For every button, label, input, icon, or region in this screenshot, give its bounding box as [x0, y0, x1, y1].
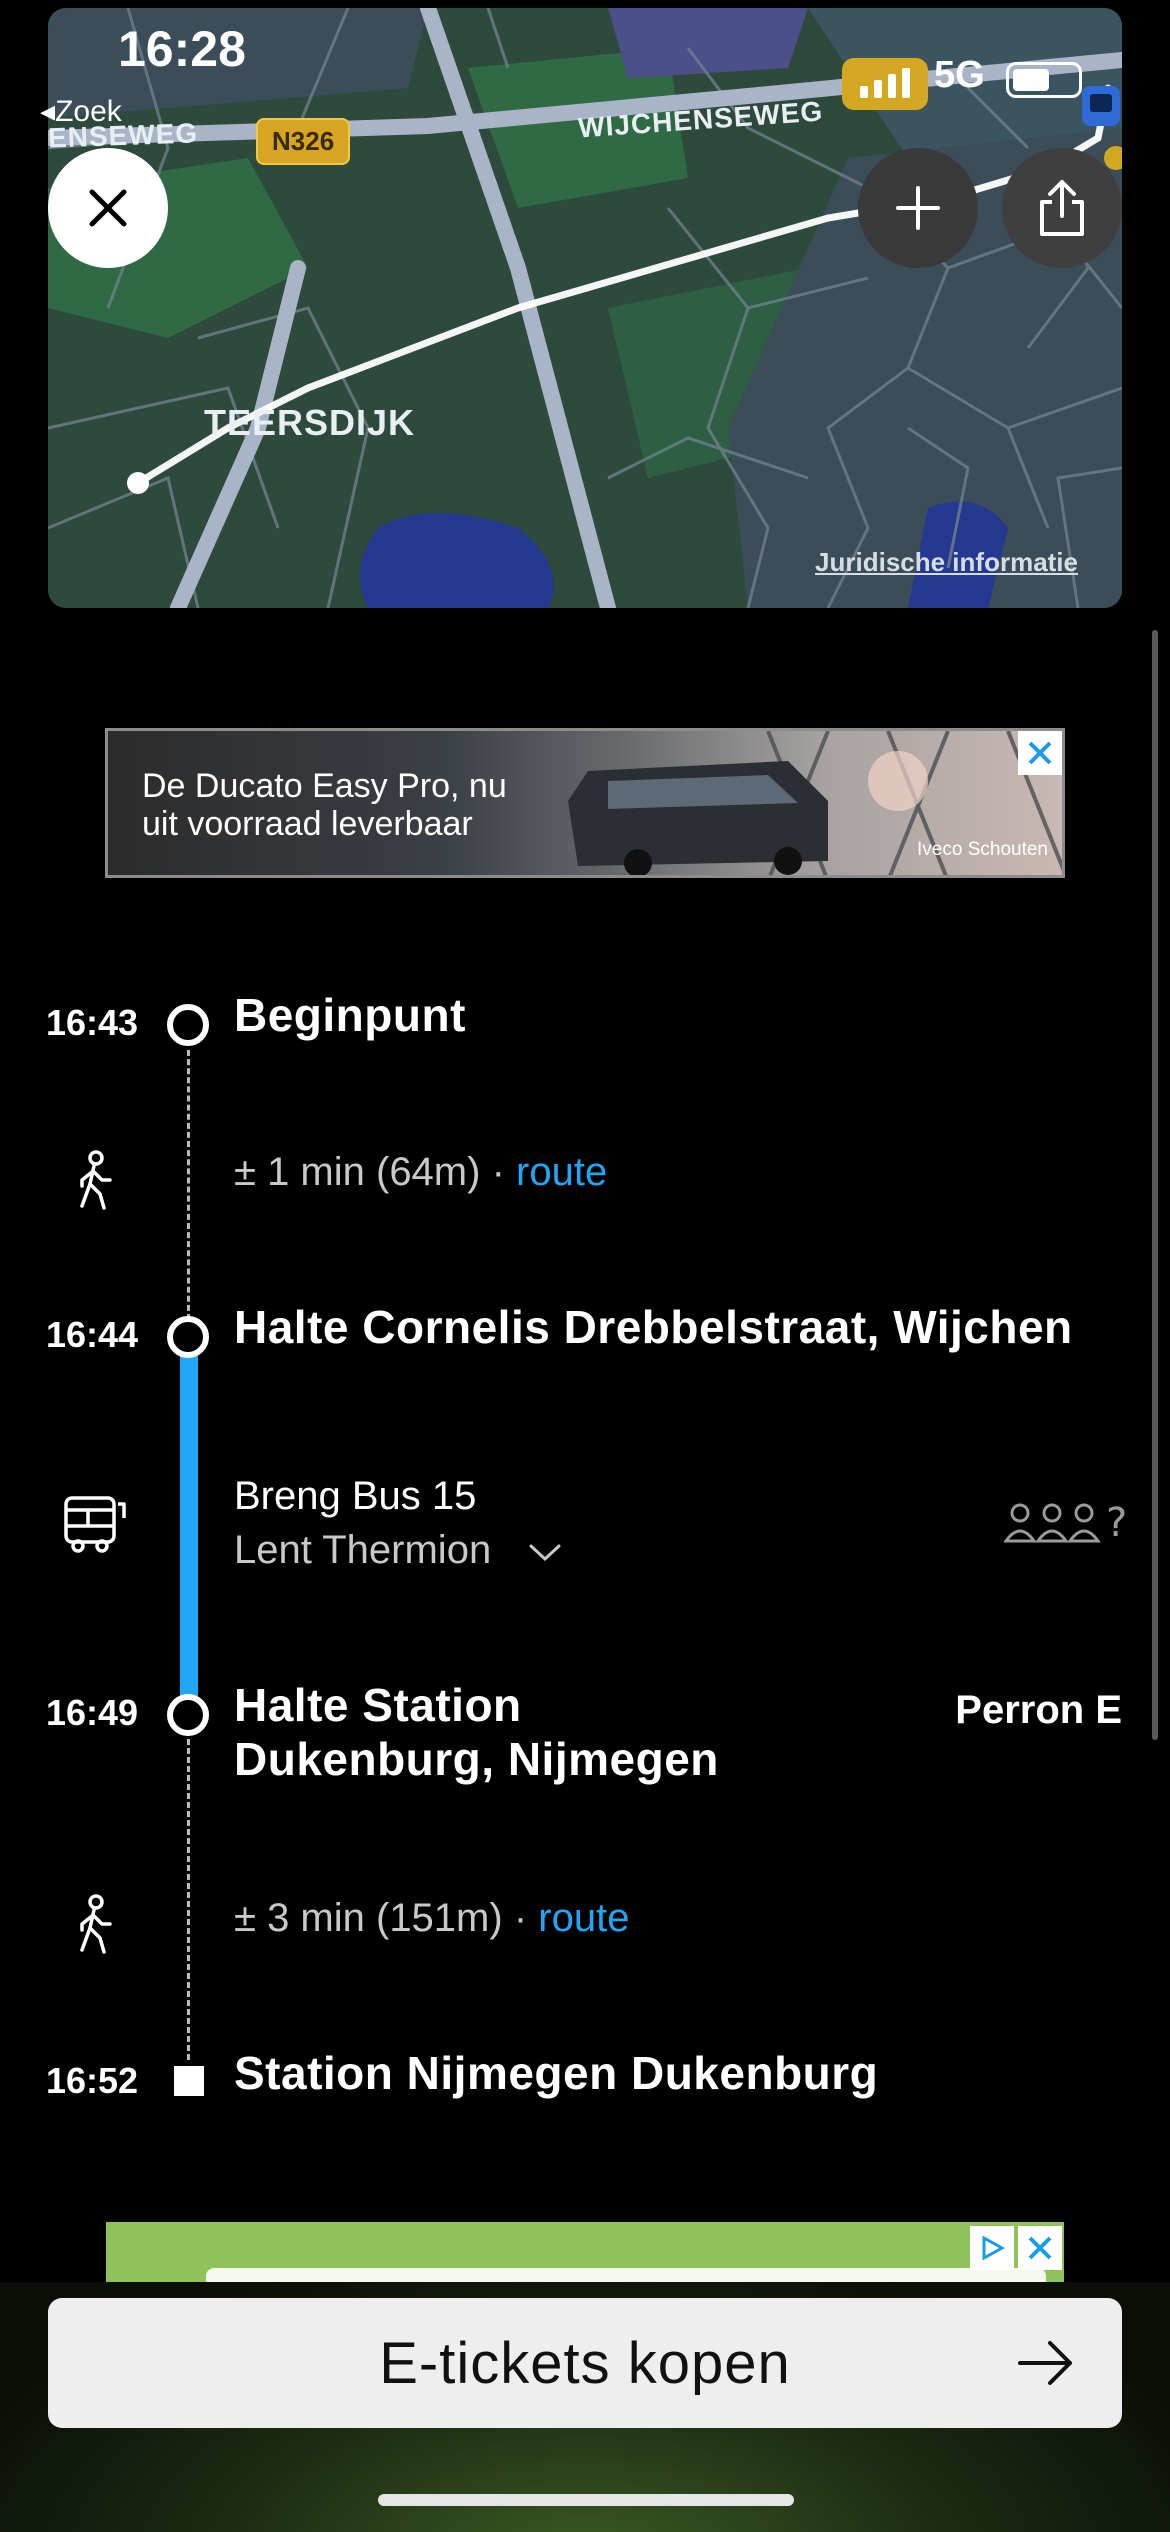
back-arrow-icon: ◂: [40, 95, 56, 128]
back-to-app[interactable]: ◂Zoek: [40, 94, 122, 129]
road-shield: N326: [256, 118, 351, 165]
ad-close-button[interactable]: [1018, 2226, 1062, 2270]
crowd-indicator[interactable]: ?: [1004, 1500, 1127, 1546]
ad-info-icon: [982, 2235, 1006, 2261]
close-icon: [1028, 741, 1052, 765]
home-indicator[interactable]: [378, 2494, 794, 2506]
map-area-label: TEERSDIJK: [204, 402, 416, 443]
platform-label: Perron E: [955, 1688, 1122, 1732]
share-button[interactable]: [1002, 148, 1122, 268]
back-label: Zoek: [55, 95, 122, 128]
plus-icon: [896, 186, 940, 230]
stop-node: [167, 1694, 209, 1736]
ad-headline: De Ducato Easy Pro, nu uit voorraad leve…: [142, 767, 507, 843]
bus-line: Breng Bus 15: [234, 1474, 477, 1518]
map-graphic: [48, 8, 1122, 608]
advertisement-banner[interactable]: [106, 2222, 1064, 2282]
arrow-right-icon: [1018, 2341, 1072, 2385]
stop-name[interactable]: Halte Cornelis Drebbelstraat, Wijchen: [234, 1300, 1073, 1354]
zoom-in-button[interactable]: [858, 148, 978, 268]
network-type: 5G: [934, 54, 985, 96]
share-icon: [1040, 180, 1084, 236]
walk-icon: [80, 1150, 112, 1210]
scrollbar[interactable]: [1152, 630, 1158, 1740]
close-icon: [1028, 2236, 1052, 2260]
close-icon: [89, 189, 127, 227]
cta-label: E-tickets kopen: [379, 2330, 791, 2396]
close-button[interactable]: [48, 148, 168, 268]
stop-name[interactable]: Beginpunt: [234, 988, 466, 1042]
destination-marker: [174, 2066, 204, 2096]
crowd-unknown: ?: [1106, 1500, 1128, 1546]
walk-duration: ± 1 min (64m): [234, 1150, 481, 1194]
people-icon: [1004, 1503, 1101, 1543]
battery-icon: [1006, 62, 1082, 98]
walk-info: ± 1 min (64m) · route: [234, 1150, 607, 1195]
advertisement-banner[interactable]: De Ducato Easy Pro, nu uit voorraad leve…: [105, 728, 1065, 878]
walk-duration: ± 3 min (151m): [234, 1896, 503, 1940]
departure-time: 16:43: [46, 1002, 139, 1043]
walk-route-link[interactable]: route: [538, 1896, 629, 1940]
buy-etickets-button[interactable]: E-tickets kopen: [48, 2298, 1122, 2428]
signal-icon: [842, 58, 928, 110]
arrival-time: 16:52: [46, 2060, 139, 2101]
bus-icon: [64, 1496, 126, 1553]
stop-node: [167, 1316, 209, 1358]
status-time: 16:28: [118, 21, 246, 77]
ad-close-button[interactable]: [1018, 731, 1062, 775]
walk-icon: [80, 1894, 112, 1954]
bus-connector: [180, 1340, 198, 1710]
separator: ·: [513, 1896, 528, 1940]
ad-brand: Iveco Schouten: [917, 839, 1048, 860]
arrival-time: 16:49: [46, 1692, 139, 1733]
bus-destination[interactable]: Lent Thermion: [234, 1528, 562, 1573]
departure-time: 16:44: [46, 1314, 139, 1355]
adchoices-icon[interactable]: [970, 2226, 1014, 2270]
stop-name[interactable]: Halte Station Dukenburg, Nijmegen: [234, 1678, 719, 1786]
walk-route-link[interactable]: route: [516, 1150, 607, 1194]
route-map[interactable]: ENSEWEG WIJCHENSEWEG N326 TEERSDIJK Juri…: [48, 8, 1122, 608]
separator: ·: [491, 1150, 505, 1194]
bus-destination-label: Lent Thermion: [234, 1528, 492, 1572]
walk-connector: [187, 1730, 190, 2060]
ad-image: [206, 2268, 1046, 2282]
stop-name[interactable]: Station Nijmegen Dukenburg: [234, 2046, 878, 2100]
legal-link[interactable]: Juridische informatie: [815, 547, 1078, 578]
walk-info: ± 3 min (151m) · route: [234, 1896, 629, 1941]
chevron-down-icon: [529, 1544, 561, 1562]
stop-node: [167, 1004, 209, 1046]
walk-connector: [187, 1050, 190, 1320]
